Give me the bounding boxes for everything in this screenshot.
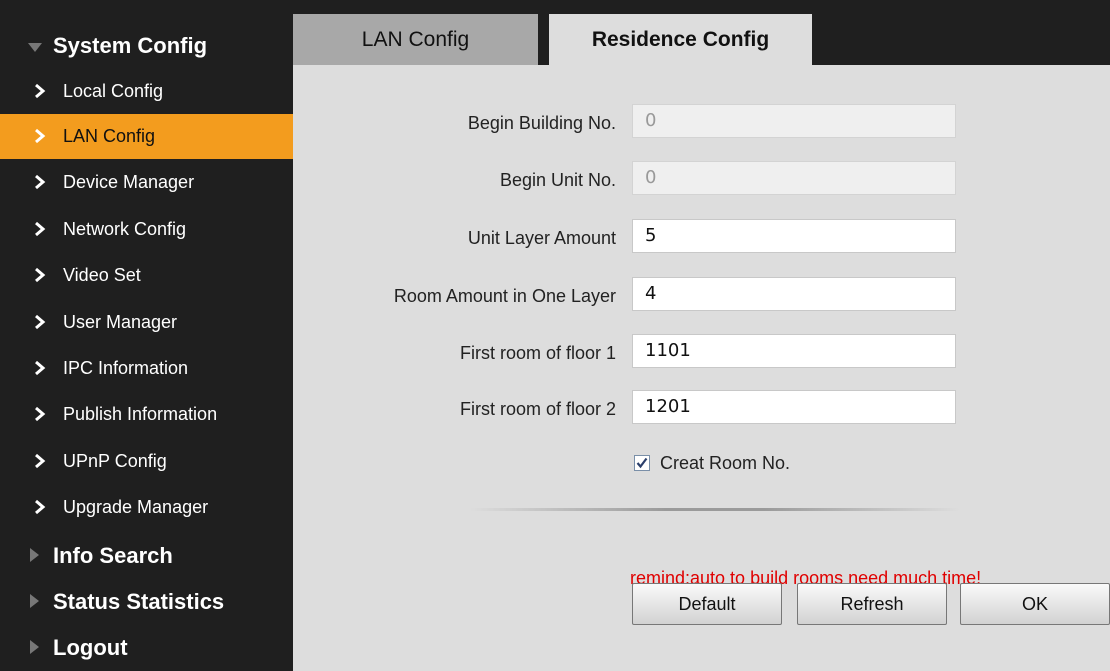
sidebar-item-label: Upgrade Manager: [63, 497, 209, 517]
first-room-floor2-label: First room of floor 2: [459, 399, 616, 419]
first-room-floor1-label: First room of floor 1: [459, 343, 616, 363]
ok-button[interactable]: OK: [960, 583, 1110, 625]
begin-building-label: Begin Building No.: [467, 113, 616, 133]
room-amount-field[interactable]: 4: [632, 277, 956, 311]
chevron-right-icon: [33, 358, 47, 378]
tab-residence-config[interactable]: Residence Config: [549, 14, 812, 65]
sidebar: System Config Local Config LAN Config De…: [0, 0, 293, 671]
begin-unit-label: Begin Unit No.: [499, 170, 616, 190]
sidebar-item-upnp-config[interactable]: UPnP Config: [0, 439, 293, 484]
section-info-search[interactable]: Info Search: [0, 532, 293, 577]
chevron-right-icon: [33, 451, 47, 471]
unit-layer-field[interactable]: 5: [632, 219, 956, 253]
divider: [470, 508, 960, 511]
section-label: Status Statistics: [53, 589, 225, 614]
tab-bar: LAN Config Residence Config: [293, 0, 1110, 65]
chevron-right-icon: [33, 81, 47, 101]
sidebar-item-user-manager[interactable]: User Manager: [0, 300, 293, 345]
expand-triangle-icon: [30, 548, 39, 562]
section-logout[interactable]: Logout: [0, 624, 293, 669]
sidebar-item-label: IPC Information: [63, 358, 189, 378]
begin-building-field: 0: [632, 104, 956, 138]
section-status-statistics[interactable]: Status Statistics: [0, 578, 293, 623]
sidebar-item-label: Video Set: [63, 265, 141, 285]
chevron-right-icon: [33, 497, 47, 517]
chevron-right-icon: [33, 219, 47, 239]
begin-unit-field: 0: [632, 161, 956, 195]
sidebar-item-upgrade-manager[interactable]: Upgrade Manager: [0, 485, 293, 530]
creat-room-checkbox[interactable]: [634, 455, 650, 471]
sidebar-item-label: Device Manager: [63, 172, 195, 192]
sidebar-item-publish-information[interactable]: Publish Information: [0, 392, 293, 437]
chevron-right-icon: [33, 126, 47, 146]
section-label: Logout: [53, 635, 128, 660]
section-label: System Config: [53, 33, 208, 58]
sidebar-item-label: Local Config: [63, 81, 164, 101]
sidebar-item-label: Publish Information: [63, 404, 218, 424]
sidebar-item-label: LAN Config: [63, 126, 156, 146]
default-button[interactable]: Default: [632, 583, 782, 625]
sidebar-item-video-set[interactable]: Video Set: [0, 253, 293, 298]
sidebar-item-label: UPnP Config: [63, 451, 167, 471]
chevron-right-icon: [33, 312, 47, 332]
chevron-right-icon: [33, 404, 47, 424]
section-label: Info Search: [53, 543, 173, 568]
creat-room-label: Creat Room No.: [660, 453, 791, 473]
chevron-right-icon: [33, 265, 47, 285]
collapse-triangle-icon: [28, 43, 42, 52]
chevron-right-icon: [33, 172, 47, 192]
sidebar-item-label: User Manager: [63, 312, 178, 332]
sidebar-item-label: Network Config: [63, 219, 187, 239]
sidebar-item-device-manager[interactable]: Device Manager: [0, 160, 293, 205]
refresh-button[interactable]: Refresh: [797, 583, 947, 625]
tab-lan-config[interactable]: LAN Config: [293, 14, 538, 65]
unit-layer-label: Unit Layer Amount: [467, 228, 616, 248]
first-room-floor1-field[interactable]: 1101: [632, 334, 956, 368]
section-system-config[interactable]: System Config: [0, 22, 293, 67]
first-room-floor2-field[interactable]: 1201: [632, 390, 956, 424]
sidebar-item-local-config[interactable]: Local Config: [0, 69, 293, 114]
sidebar-item-network-config[interactable]: Network Config: [0, 207, 293, 252]
sidebar-item-lan-config[interactable]: LAN Config: [0, 114, 293, 159]
sidebar-item-ipc-information[interactable]: IPC Information: [0, 346, 293, 391]
expand-triangle-icon: [30, 594, 39, 608]
checkmark-icon: [636, 457, 648, 469]
room-amount-label: Room Amount in One Layer: [393, 286, 616, 306]
expand-triangle-icon: [30, 640, 39, 654]
